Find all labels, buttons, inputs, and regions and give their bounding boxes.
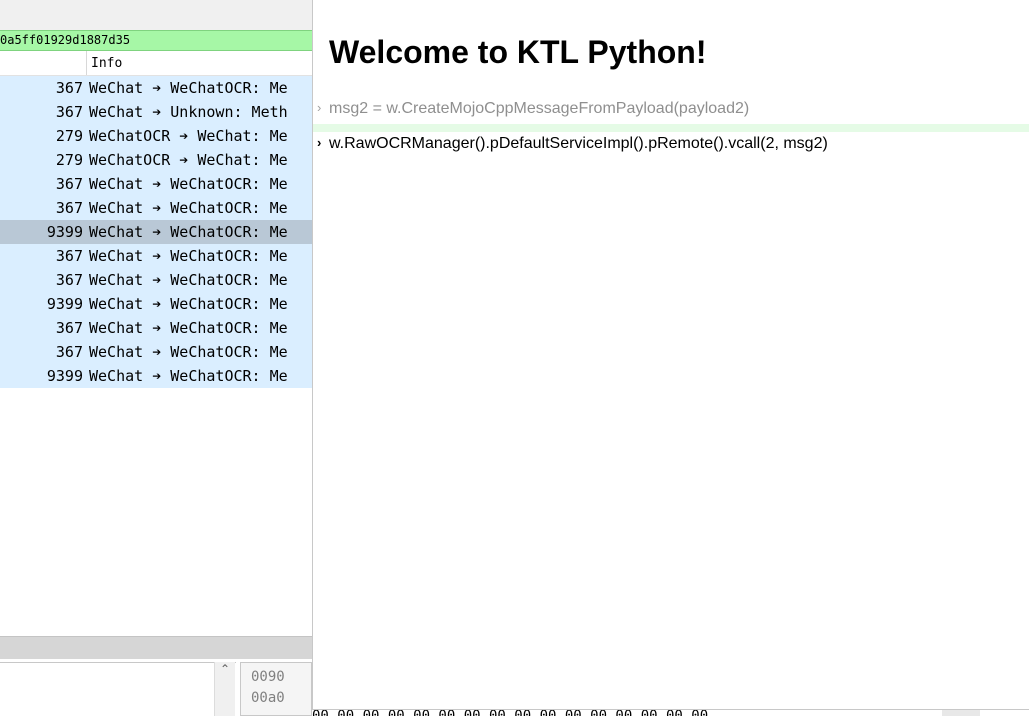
packet-info: WeChatOCR ➔ WeChat: Me xyxy=(89,151,288,169)
display-filter-text[interactable]: 0a5ff01929d1887d35 xyxy=(0,33,130,47)
command-input[interactable]: w.RawOCRManager().pDefaultServiceImpl().… xyxy=(329,135,828,153)
packet-info: WeChat ➔ WeChatOCR: Me xyxy=(89,175,288,193)
prompt-chevron-icon: › xyxy=(317,135,322,150)
packet-info: WeChat ➔ WeChatOCR: Me xyxy=(89,271,288,289)
packet-row[interactable]: 367 WeChat ➔ WeChatOCR: Me xyxy=(0,316,312,340)
packet-row[interactable]: 279 WeChatOCR ➔ WeChat: Me xyxy=(0,148,312,172)
column-header-info[interactable]: Info xyxy=(91,56,122,71)
horizontal-scrollbar[interactable] xyxy=(0,636,312,659)
packet-row[interactable]: 9399 WeChat ➔ WeChatOCR: Me xyxy=(0,364,312,388)
command-separator xyxy=(313,124,1029,132)
packet-length: 367 xyxy=(55,103,83,121)
packet-list-empty-area xyxy=(0,388,312,636)
display-filter-bar[interactable]: 0a5ff01929d1887d35 xyxy=(0,30,312,51)
packet-row[interactable]: 9399 WeChat ➔ WeChatOCR: Me xyxy=(0,220,312,244)
packet-row[interactable]: 367 WeChat ➔ WeChatOCR: Me xyxy=(0,196,312,220)
packet-length: 367 xyxy=(55,79,83,97)
packet-row[interactable]: 367 WeChat ➔ WeChatOCR: Me xyxy=(0,172,312,196)
packet-info: WeChat ➔ WeChatOCR: Me xyxy=(89,343,288,361)
packet-length: 367 xyxy=(55,247,83,265)
packet-info: WeChat ➔ WeChatOCR: Me xyxy=(89,199,288,217)
toolbar-area xyxy=(0,0,312,31)
packet-info: WeChat ➔ WeChatOCR: Me xyxy=(89,319,288,337)
packet-info: WeChat ➔ WeChatOCR: Me xyxy=(89,367,288,385)
packet-row[interactable]: 367 WeChat ➔ WeChatOCR: Me xyxy=(0,268,312,292)
packet-length: 367 xyxy=(55,343,83,361)
packet-info: WeChat ➔ WeChatOCR: Me xyxy=(89,247,288,265)
detail-scrollbar[interactable]: ⌃ xyxy=(214,662,235,716)
packet-detail-pane[interactable] xyxy=(0,662,236,717)
packet-row[interactable]: 367 WeChat ➔ WeChatOCR: Me xyxy=(0,340,312,364)
packet-info: WeChat ➔ WeChatOCR: Me xyxy=(89,79,288,97)
packet-length: 9399 xyxy=(46,367,83,385)
packet-row[interactable]: 279 WeChatOCR ➔ WeChat: Me xyxy=(0,124,312,148)
packet-row[interactable]: 367 WeChat ➔ WeChatOCR: Me xyxy=(0,244,312,268)
packet-length: 367 xyxy=(55,175,83,193)
hex-offset: 00a0 xyxy=(251,690,285,706)
packet-length: 279 xyxy=(55,127,83,145)
hex-offset: 0090 xyxy=(251,669,285,685)
packet-info: WeChatOCR ➔ WeChat: Me xyxy=(89,127,288,145)
packet-info: WeChat ➔ WeChatOCR: Me xyxy=(89,223,288,241)
packet-info: WeChat ➔ Unknown: Meth xyxy=(89,103,288,121)
packet-length: 9399 xyxy=(46,295,83,313)
ktl-python-console-window: Welcome to KTL Python! › msg2 = w.Create… xyxy=(312,0,1029,710)
packet-row[interactable]: 367 WeChat ➔ WeChatOCR: Me xyxy=(0,76,312,100)
packet-length: 279 xyxy=(55,151,83,169)
packet-length: 9399 xyxy=(46,223,83,241)
packet-list-window: 0a5ff01929d1887d35 Info 367 WeChat ➔ WeCh… xyxy=(0,0,312,716)
window-corner xyxy=(942,710,980,716)
packet-info: WeChat ➔ WeChatOCR: Me xyxy=(89,295,288,313)
packet-length: 367 xyxy=(55,199,83,217)
welcome-title: Welcome to KTL Python! xyxy=(329,34,707,70)
command-text[interactable]: msg2 = w.CreateMojoCppMessageFromPayload… xyxy=(329,100,749,118)
prompt-chevron-icon: › xyxy=(317,100,322,115)
packet-rows: 367 WeChat ➔ WeChatOCR: Me 367 WeChat ➔ Unk… xyxy=(0,76,312,388)
packet-length: 367 xyxy=(55,319,83,337)
chevron-up-icon[interactable]: ⌃ xyxy=(220,662,230,676)
packet-row[interactable]: 367 WeChat ➔ Unknown: Meth xyxy=(0,100,312,124)
hex-bytes-row: 00 00 00 00 00 00 00 00 00 00 00 00 00 0… xyxy=(312,709,942,716)
packet-length: 367 xyxy=(55,271,83,289)
packet-row[interactable]: 9399 WeChat ➔ WeChatOCR: Me xyxy=(0,292,312,316)
packet-list-header: Info xyxy=(0,51,312,76)
hex-dump-pane[interactable]: 0090 00a0 xyxy=(240,662,312,716)
column-separator[interactable] xyxy=(86,51,87,75)
